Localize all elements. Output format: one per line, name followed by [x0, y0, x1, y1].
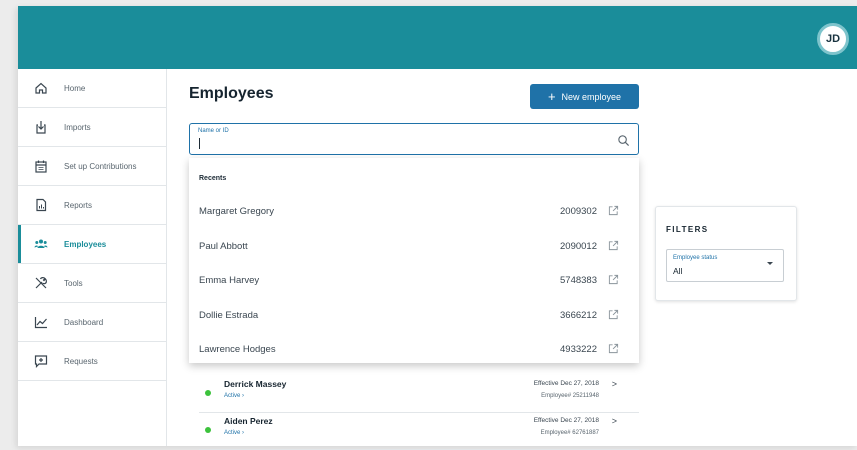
employee-status-label: Employee status	[673, 255, 718, 261]
text-cursor	[199, 138, 200, 149]
recent-item[interactable]: Emma Harvey 5748383	[189, 264, 639, 298]
employee-name: Aiden Perez	[224, 416, 273, 426]
caret-down-icon	[767, 262, 773, 265]
calendar-icon	[18, 159, 64, 173]
avatar[interactable]: JD	[817, 23, 849, 55]
recent-name: Lawrence Hodges	[199, 344, 276, 355]
sidebar-item-label: Employees	[64, 239, 107, 249]
external-link-icon[interactable]	[608, 240, 619, 251]
recent-id: 2090012	[560, 241, 597, 252]
sidebar-item-label: Tools	[64, 278, 83, 288]
home-icon	[18, 81, 64, 95]
employee-status-value: All	[673, 266, 683, 276]
sidebar-item-tools[interactable]: Tools	[18, 264, 166, 303]
chevron-right-icon: >	[611, 379, 617, 389]
sidebar-item-employees[interactable]: Employees	[18, 225, 166, 264]
tools-icon	[18, 276, 64, 290]
sidebar: Home Imports Set up Contributions Report…	[18, 69, 167, 446]
request-icon	[18, 354, 64, 368]
new-employee-label: New employee	[561, 91, 622, 102]
employee-status-select[interactable]: Employee status All	[666, 249, 784, 282]
recents-heading: Recents	[199, 175, 227, 182]
import-icon	[18, 120, 64, 134]
recent-name: Dollie Estrada	[199, 310, 259, 321]
recents-dropdown: Recents Margaret Gregory 2009302 Paul Ab…	[189, 158, 639, 363]
sidebar-item-set-up-contributions[interactable]: Set up Contributions	[18, 147, 166, 186]
search-input[interactable]: Name or ID	[189, 123, 639, 155]
search-icon[interactable]	[617, 134, 630, 147]
status-dot	[205, 390, 211, 396]
recent-item[interactable]: Dollie Estrada 3666212	[189, 299, 639, 333]
external-link-icon[interactable]	[608, 343, 619, 354]
recent-item[interactable]: Paul Abbott 2090012	[189, 230, 639, 264]
recent-id: 3666212	[560, 310, 597, 321]
sidebar-item-label: Home	[64, 83, 86, 93]
employee-number: Employee# 62761887	[540, 430, 599, 436]
report-icon	[18, 198, 64, 212]
external-link-icon[interactable]	[608, 309, 619, 320]
sidebar-item-requests[interactable]: Requests	[18, 342, 166, 381]
chevron-right-icon: >	[611, 416, 617, 426]
sidebar-item-reports[interactable]: Reports	[18, 186, 166, 225]
table-row[interactable]: Derrick Massey Active › Effective Dec 27…	[199, 376, 639, 413]
employee-name: Derrick Massey	[224, 379, 287, 389]
sidebar-item-label: Imports	[64, 122, 91, 132]
plus-icon: +	[547, 89, 556, 104]
new-employee-button[interactable]: + New employee	[530, 84, 639, 109]
external-link-icon[interactable]	[608, 274, 619, 285]
recent-name: Margaret Gregory	[199, 206, 274, 217]
filters-title: FILTERS	[666, 225, 709, 234]
status-dot	[205, 427, 211, 433]
employee-status-link[interactable]: Active ›	[224, 393, 244, 399]
recent-id: 5748383	[560, 275, 597, 286]
sidebar-item-label: Reports	[64, 200, 93, 210]
employee-number: Employee# 25211948	[541, 393, 599, 399]
sidebar-item-label: Dashboard	[64, 317, 104, 327]
people-icon	[18, 237, 64, 251]
recent-item[interactable]: Margaret Gregory 2009302	[189, 195, 639, 229]
sidebar-item-imports[interactable]: Imports	[18, 108, 166, 147]
effective-date: Effective Dec 27, 2018	[533, 380, 599, 387]
sidebar-item-label: Set up Contributions	[64, 161, 137, 171]
filters-panel: FILTERS Employee status All	[655, 206, 797, 301]
sidebar-item-dashboard[interactable]: Dashboard	[18, 303, 166, 342]
search-label: Name or ID	[198, 128, 229, 134]
table-row[interactable]: Aiden Perez Active › Effective Dec 27, 2…	[199, 413, 639, 450]
sidebar-item-home[interactable]: Home	[18, 69, 166, 108]
recent-name: Emma Harvey	[199, 275, 260, 286]
employee-status-link[interactable]: Active ›	[224, 430, 244, 436]
recent-id: 4933222	[560, 344, 597, 355]
external-link-icon[interactable]	[608, 205, 619, 216]
recent-name: Paul Abbott	[199, 241, 248, 252]
effective-date: Effective Dec 27, 2018	[533, 417, 599, 424]
chart-icon	[18, 315, 64, 329]
sidebar-item-label: Requests	[64, 356, 98, 366]
recent-id: 2009302	[560, 206, 597, 217]
recent-item[interactable]: Lawrence Hodges 4933222	[189, 333, 639, 367]
page-title: Employees	[189, 85, 274, 102]
top-bar: JD	[18, 6, 857, 69]
